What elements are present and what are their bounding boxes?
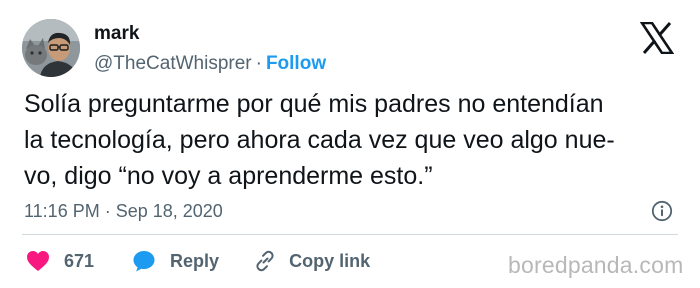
tweet-time: 11:16 PM bbox=[24, 201, 100, 221]
tweet-text-line: Solía preguntarme por qué mis padres no … bbox=[24, 90, 604, 118]
action-bar: 671 Reply Copy link bbox=[26, 248, 370, 274]
tweet-date: Sep 18, 2020 bbox=[115, 201, 223, 221]
like-count: 671 bbox=[64, 250, 95, 271]
link-icon bbox=[256, 250, 274, 272]
heart-icon bbox=[27, 251, 49, 271]
info-icon[interactable] bbox=[651, 200, 673, 222]
divider bbox=[22, 234, 678, 235]
display-name[interactable]: mark bbox=[94, 22, 326, 46]
reply-label: Reply bbox=[170, 250, 220, 271]
tweet-text-line: la tecnología, pero ahora cada vez que v… bbox=[24, 126, 615, 154]
handle-separator: · bbox=[255, 53, 262, 74]
like-button[interactable]: 671 bbox=[26, 250, 94, 272]
user-handle[interactable]: @TheCatWhisprer bbox=[94, 53, 252, 74]
avatar-photo bbox=[22, 19, 80, 77]
copy-link-button[interactable]: Copy link bbox=[253, 249, 370, 273]
watermark: boredpanda.com bbox=[508, 252, 684, 278]
user-block: mark @TheCatWhisprer · Follow bbox=[94, 22, 326, 76]
reply-button[interactable]: Reply bbox=[132, 249, 219, 273]
x-logo-icon[interactable] bbox=[639, 21, 675, 55]
tweet-text: Solía preguntarme por qué mis padres no … bbox=[24, 86, 684, 194]
avatar[interactable] bbox=[22, 19, 80, 77]
tweet-text-line: vo, digo “no voy a aprenderme esto.” bbox=[24, 162, 433, 190]
follow-button[interactable]: Follow bbox=[266, 53, 326, 74]
tweet-card: mark @TheCatWhisprer · Follow Solía pregun… bbox=[0, 0, 700, 288]
timestamp-separator: · bbox=[104, 201, 111, 221]
copy-link-label: Copy link bbox=[289, 250, 371, 271]
handle-row: @TheCatWhisprer · Follow bbox=[94, 52, 326, 76]
speech-bubble-icon bbox=[133, 251, 155, 272]
timestamp[interactable]: 11:16 PM · Sep 18, 2020 bbox=[24, 200, 223, 222]
